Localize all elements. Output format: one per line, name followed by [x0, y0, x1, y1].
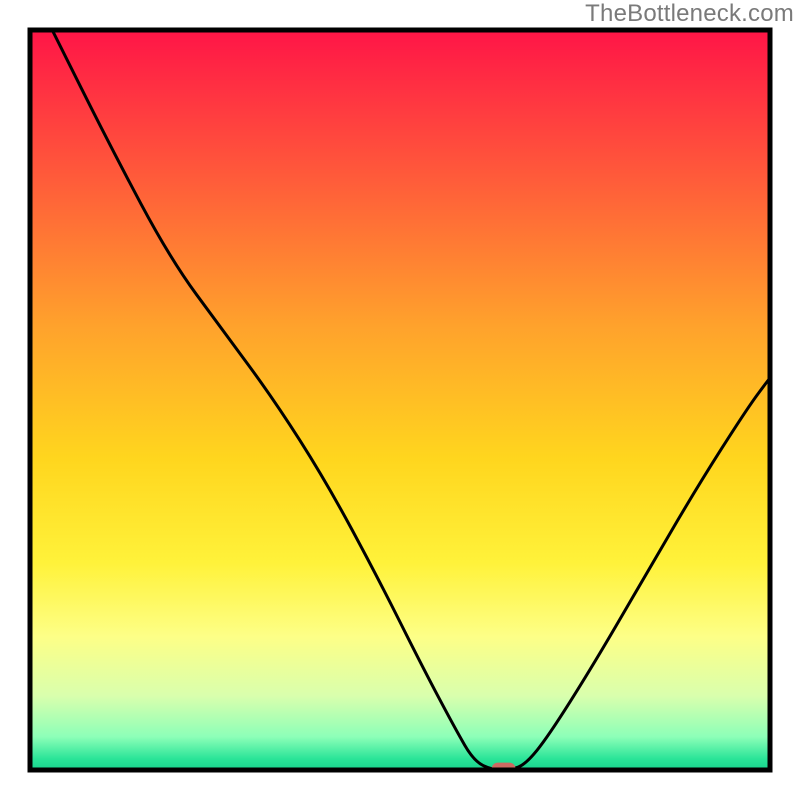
- bottleneck-chart: [0, 0, 800, 800]
- watermark-text: TheBottleneck.com: [585, 0, 794, 28]
- gradient-background: [30, 30, 770, 770]
- chart-container: TheBottleneck.com: [0, 0, 800, 800]
